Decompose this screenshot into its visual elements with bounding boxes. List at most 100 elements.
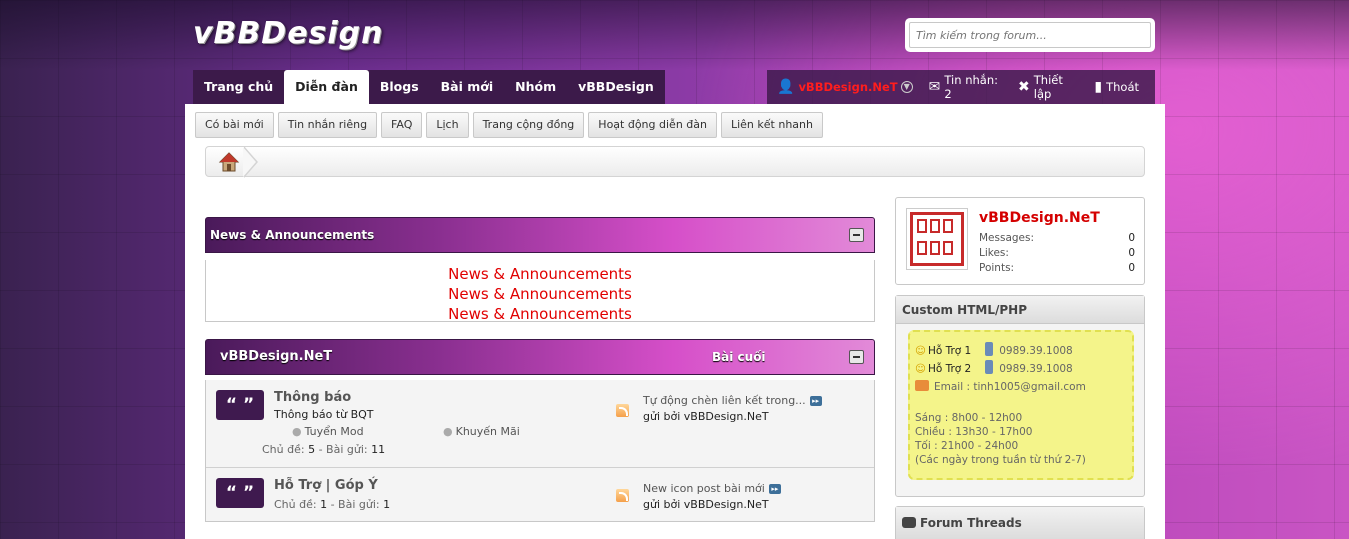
seal-logo xyxy=(910,212,964,266)
forum-category-header: vBBDesign.NeT Bài cuối xyxy=(205,339,875,375)
posts-count: 11 xyxy=(371,443,386,456)
support-line: ☺ Hỗ Trợ 1 0989.39.1008 xyxy=(915,342,1073,357)
hours-line: Chiều : 13h30 - 17h00 xyxy=(915,426,1033,438)
user-card-name[interactable]: vBBDesign.NeT xyxy=(979,210,1100,226)
stat-label: Points: xyxy=(979,262,1015,274)
forum-row: “ ” Hỗ Trợ | Góp Ý Chủ đề: 1 - Bài gửi: … xyxy=(206,467,874,522)
messages-link[interactable]: ✉ Tin nhắn: 2 xyxy=(929,73,1002,101)
news-link[interactable]: News & Announcements xyxy=(206,284,874,304)
forum-description: Thông báo từ BQT xyxy=(274,408,374,421)
settings-label: Thiết lập xyxy=(1033,73,1063,101)
rss-icon[interactable] xyxy=(616,489,629,502)
custom-html-block: Custom HTML/PHP ☺ Hỗ Trợ 1 0989.39.1008 ☺ H… xyxy=(895,295,1145,497)
faq-button[interactable]: FAQ xyxy=(381,112,423,138)
support-email[interactable]: Email : tinh1005@gmail.com xyxy=(934,381,1086,393)
seal-mark xyxy=(917,240,927,255)
news-category-header: News & Announcements xyxy=(205,217,875,253)
last-post-title-text: New icon post bài mới xyxy=(643,482,765,495)
new-posts-button[interactable]: Có bài mới xyxy=(195,112,274,138)
tab-vbbdesign[interactable]: vBBDesign xyxy=(567,70,665,104)
posts-label: Bài gửi: xyxy=(338,498,380,511)
tools-icon: ✖ xyxy=(1018,79,1030,95)
support-name[interactable]: Hỗ Trợ 1 xyxy=(928,345,971,357)
tab-blogs[interactable]: Blogs xyxy=(369,70,430,104)
door-icon: ▮ xyxy=(1094,79,1103,95)
support-note: ☺ Hỗ Trợ 1 0989.39.1008 ☺ Hỗ Trợ 2 0989.39.1… xyxy=(908,330,1134,480)
forum-list: “ ” Thông báo Thông báo từ BQT ● Tuyển Mo… xyxy=(205,380,875,522)
search-input[interactable] xyxy=(909,22,1151,48)
user-menu[interactable]: 👤 vBBDesign.NeT ▼ xyxy=(777,79,913,95)
tab-home[interactable]: Trang chủ xyxy=(193,70,284,104)
subforum-label: Khuyến Mãi xyxy=(455,425,520,438)
last-post-by-prefix: gửi bởi xyxy=(643,410,681,423)
breadcrumb-separator xyxy=(243,146,258,178)
phone-icon xyxy=(985,342,994,356)
news-link[interactable]: News & Announcements xyxy=(206,304,874,324)
stat-label: Likes: xyxy=(979,247,1009,259)
stat-label: Messages: xyxy=(979,232,1035,244)
tab-new-posts[interactable]: Bài mới xyxy=(430,70,505,104)
last-post-header: Bài cuối xyxy=(712,350,766,364)
hours-line: Sáng : 8h00 - 12h00 xyxy=(915,412,1023,424)
private-messages-button[interactable]: Tin nhắn riêng xyxy=(277,112,378,138)
news-link[interactable]: News & Announcements xyxy=(206,264,874,284)
tab-forum[interactable]: Diễn đàn xyxy=(284,70,369,104)
last-post-author-link[interactable]: vBBDesign.NeT xyxy=(684,410,769,423)
stat-value: 0 xyxy=(1128,232,1135,244)
main-nav: Trang chủ Diễn đàn Blogs Bài mới Nhóm vB… xyxy=(193,70,665,104)
community-button[interactable]: Trang cộng đồng xyxy=(472,112,585,138)
stats-separator: - xyxy=(318,443,327,456)
last-post-author-link[interactable]: vBBDesign.NeT xyxy=(684,498,769,511)
forum-activity-button[interactable]: Hoạt động diễn đàn xyxy=(588,112,717,138)
go-to-post-icon[interactable]: ▸▸ xyxy=(809,396,822,406)
go-to-post-icon[interactable]: ▸▸ xyxy=(768,484,781,494)
subforum-link[interactable]: ● Khuyến Mãi xyxy=(443,425,520,438)
forum-title[interactable]: Hỗ Trợ | Góp Ý xyxy=(274,478,378,493)
breadcrumb xyxy=(205,146,1145,178)
avatar[interactable] xyxy=(906,208,968,270)
chevron-down-icon[interactable]: ▼ xyxy=(900,81,913,93)
user-bar: 👤 vBBDesign.NeT ▼ ✉ Tin nhắn: 2 ✖ Thiết … xyxy=(767,70,1155,104)
email-line: Email : tinh1005@gmail.com xyxy=(915,380,1086,393)
user-stat-row: Points: 0 xyxy=(979,262,1135,274)
main-panel: Có bài mới Tin nhắn riêng FAQ Lịch Trang… xyxy=(185,104,1165,539)
logout-label: Thoát xyxy=(1106,80,1139,94)
forum-category-title[interactable]: vBBDesign.NeT xyxy=(220,340,332,374)
collapse-icon[interactable] xyxy=(849,228,864,242)
support-name[interactable]: Hỗ Trợ 2 xyxy=(928,363,971,375)
support-phone: 0989.39.1008 xyxy=(999,363,1073,375)
calendar-button[interactable]: Lịch xyxy=(426,112,469,138)
support-line: ☺ Hỗ Trợ 2 0989.39.1008 xyxy=(915,360,1073,375)
user-card: vBBDesign.NeT Messages: 0 Likes: 0 Point… xyxy=(895,197,1145,285)
quick-links-button[interactable]: Liên kết nhanh xyxy=(720,112,823,138)
logout-link[interactable]: ▮ Thoát xyxy=(1094,79,1139,95)
topics-label: Chủ đề: xyxy=(262,443,305,456)
seal-mark xyxy=(930,240,940,255)
rss-icon[interactable] xyxy=(616,404,629,417)
site-logo[interactable]: vBBDesign xyxy=(193,16,384,51)
posts-label: Bài gửi: xyxy=(326,443,368,456)
last-post-title[interactable]: New icon post bài mới ▸▸ xyxy=(643,482,781,495)
news-category-title: News & Announcements xyxy=(210,228,375,242)
username-link[interactable]: vBBDesign.NeT xyxy=(798,80,897,94)
topics-label: Chủ đề: xyxy=(274,498,317,511)
last-post-title[interactable]: Tự động chèn liên kết trong... ▸▸ xyxy=(643,394,822,407)
last-post-author: gửi bởi vBBDesign.NeT xyxy=(643,498,769,511)
forum-threads-title: Forum Threads xyxy=(920,516,1022,530)
news-box: News & Announcements News & Announcement… xyxy=(205,260,875,324)
subforum-link[interactable]: ● Tuyển Mod xyxy=(292,425,364,438)
support-phone: 0989.39.1008 xyxy=(999,345,1073,357)
envelope-icon xyxy=(915,380,929,391)
hours-line: Tối : 21h00 - 24h00 xyxy=(915,440,1019,452)
settings-link[interactable]: ✖ Thiết lập xyxy=(1018,73,1078,101)
last-post-author: gửi bởi vBBDesign.NeT xyxy=(643,410,769,423)
forum-title[interactable]: Thông báo xyxy=(274,390,351,405)
collapse-icon[interactable] xyxy=(849,350,864,364)
speech-bubble-icon: ● xyxy=(292,425,302,438)
topics-count: 5 xyxy=(308,443,316,456)
smiley-icon: ☺ xyxy=(915,345,926,357)
forum-row: “ ” Thông báo Thông báo từ BQT ● Tuyển Mo… xyxy=(206,380,874,467)
tab-groups[interactable]: Nhóm xyxy=(504,70,567,104)
seal-mark xyxy=(930,219,940,233)
smiley-icon: ☺ xyxy=(915,363,926,375)
